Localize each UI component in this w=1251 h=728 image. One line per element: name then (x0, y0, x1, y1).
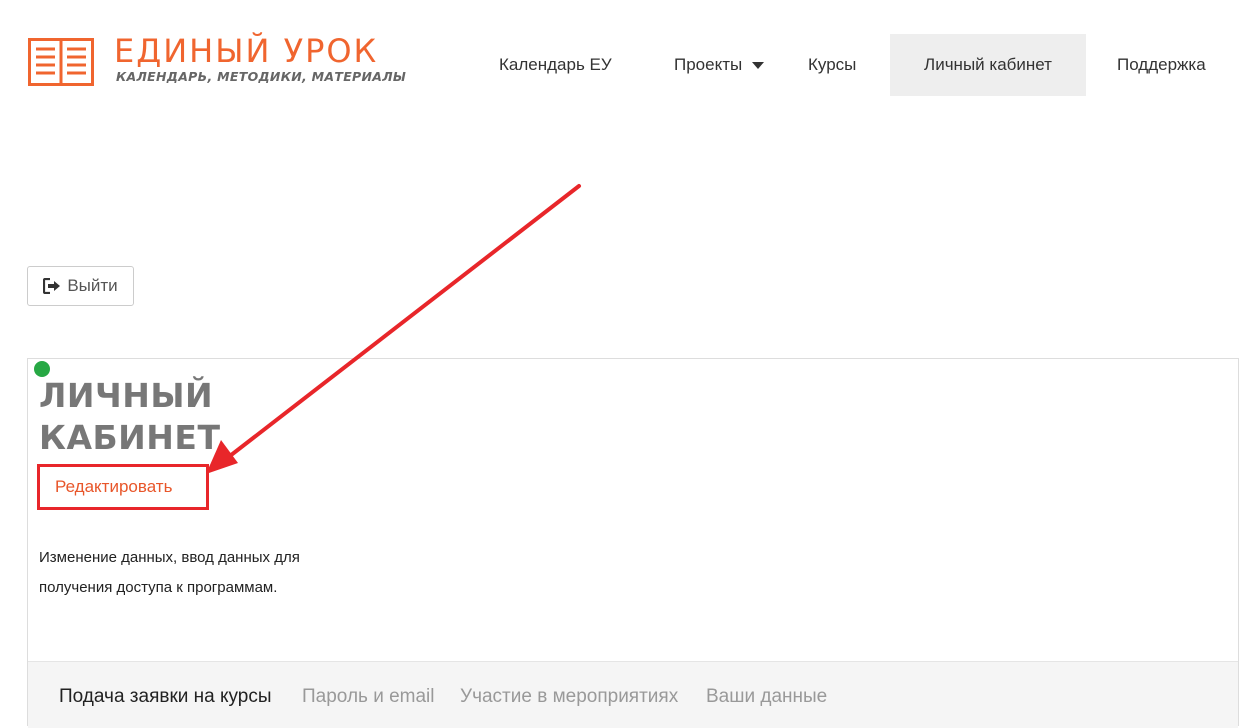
card-description: Изменение данных, ввод данных для получе… (39, 549, 300, 596)
nav-item-projects[interactable]: Проекты (674, 34, 765, 96)
account-card: ЛИЧНЫЙ КАБИНЕТ Редактировать Изменение д… (27, 358, 1239, 728)
tab-events[interactable]: Участие в мероприятиях (460, 686, 678, 708)
edit-link-label: Редактировать (55, 477, 173, 496)
page-title: ЛИЧНЫЙ КАБИНЕТ (39, 376, 221, 457)
nav-item-label: Курсы (808, 55, 857, 74)
caret-down-icon (752, 62, 765, 70)
logo-subtitle: КАЛЕНДАРЬ, МЕТОДИКИ, МАТЕРИАЛЫ (116, 69, 407, 84)
tab-password-email[interactable]: Пароль и email (302, 686, 435, 708)
nav-item-courses[interactable]: Курсы (808, 34, 856, 96)
open-book-icon (28, 38, 94, 86)
logo-title: ЕДИНЫЙ УРОК (114, 32, 379, 70)
logout-label: Выйти (67, 276, 118, 295)
tab-course-application[interactable]: Подача заявки на курсы (59, 686, 272, 708)
account-tabs: Подача заявки на курсы Пароль и email Уч… (28, 661, 1238, 728)
nav-item-label: Календарь ЕУ (499, 55, 612, 74)
nav-item-account[interactable]: Личный кабинет (890, 34, 1086, 96)
sign-out-icon (43, 278, 61, 294)
tab-your-data[interactable]: Ваши данные (706, 686, 827, 708)
nav-item-label: Поддержка (1117, 55, 1206, 74)
nav-item-label: Проекты (674, 55, 743, 74)
edit-profile-link[interactable]: Редактировать (37, 464, 209, 510)
nav-item-support[interactable]: Поддержка (1117, 34, 1206, 96)
site-logo[interactable]: ЕДИНЫЙ УРОК КАЛЕНДАРЬ, МЕТОДИКИ, МАТЕРИА… (28, 32, 448, 90)
nav-item-calendar[interactable]: Календарь ЕУ (499, 34, 612, 96)
nav-item-label: Личный кабинет (924, 55, 1052, 74)
logout-button[interactable]: Выйти (27, 266, 134, 306)
